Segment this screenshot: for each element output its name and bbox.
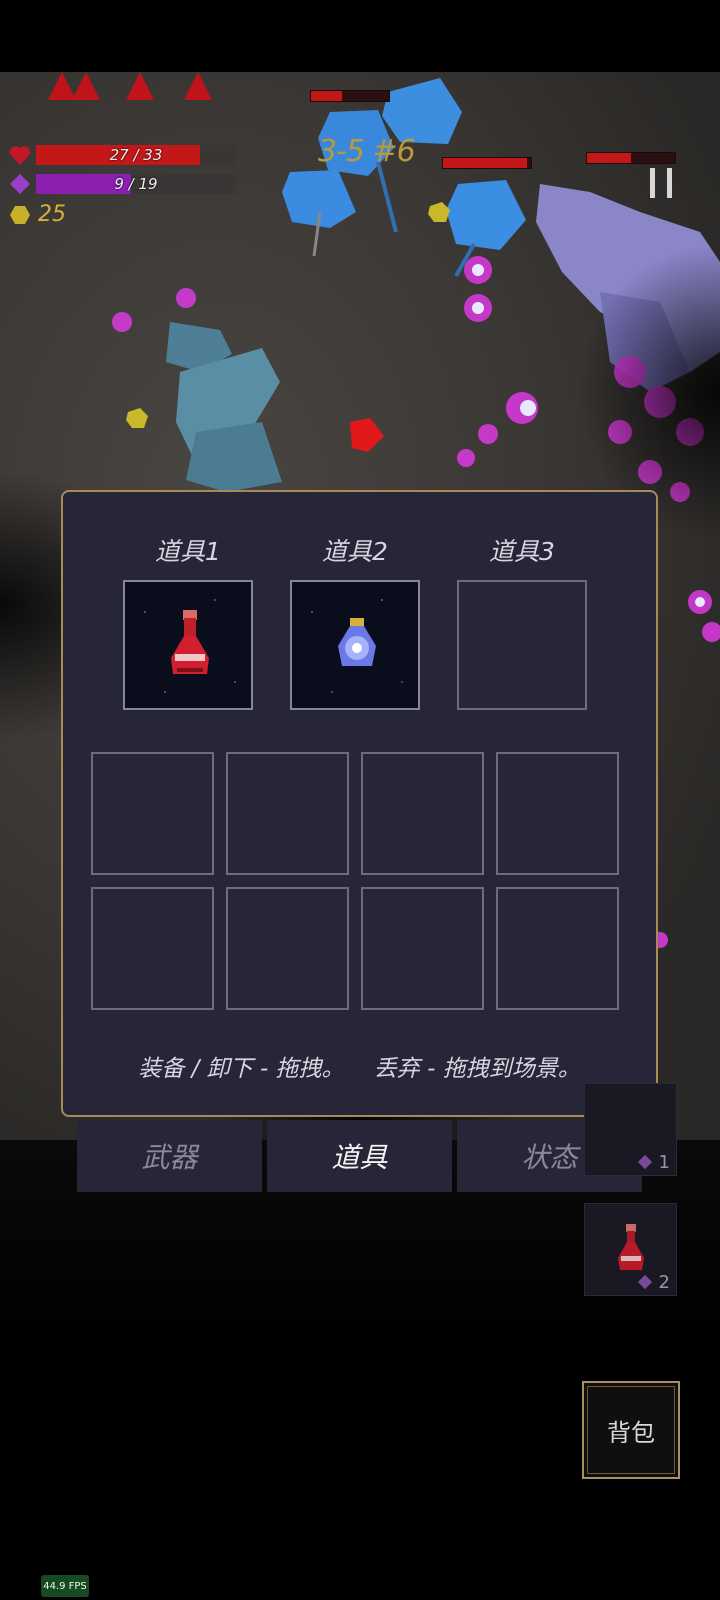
gold-count: 25 <box>38 202 66 227</box>
quick-slot-label: 道具1 <box>155 537 221 566</box>
gold-row: 25 <box>8 202 66 227</box>
golem-enemy <box>166 322 282 492</box>
quickbar-number: 1 <box>658 1152 670 1173</box>
quick-slot-1[interactable] <box>123 580 253 710</box>
spike-hazard <box>72 72 100 100</box>
bag-slot[interactable] <box>226 752 349 875</box>
mp-row: 9 / 19 <box>8 172 236 196</box>
enemy-health-bar <box>586 152 676 164</box>
blue-potion-icon <box>338 618 376 666</box>
purple-golem-enemy <box>536 184 720 392</box>
enemy-health-fill <box>587 153 631 163</box>
bag-slot[interactable] <box>91 752 214 875</box>
mana-gem-icon <box>637 1154 653 1170</box>
pause-icon-bar <box>667 168 672 198</box>
hp-bar: 27 / 33 <box>36 145 236 165</box>
quick-slot-3[interactable] <box>457 580 587 710</box>
heart-icon <box>8 143 32 167</box>
inventory-hint: 装备 / 卸下 - 拖拽。 丢弃 - 拖拽到场景。 <box>138 1056 581 1082</box>
pause-button[interactable] <box>650 168 672 198</box>
gold-coin <box>126 408 148 428</box>
pause-icon-bar <box>650 168 655 198</box>
fps-counter: 44.9 FPS <box>41 1575 89 1597</box>
gold-coin <box>428 202 450 222</box>
bag-slot[interactable] <box>91 887 214 1010</box>
stage-label: 3-5 #6 <box>318 134 416 169</box>
quickbar-number: 2 <box>658 1272 670 1293</box>
purple-diamond-icon <box>8 172 32 196</box>
gold-hexagon-icon <box>8 203 32 227</box>
hp-text: 27 / 33 <box>109 146 163 164</box>
spike-hazard <box>126 72 154 100</box>
inventory-panel: 道具1 道具2 道具3 装备 / 卸下 - 拖拽。 丢弃 - 拖拽到场景。 <box>61 490 658 1117</box>
mp-text: 9 / 19 <box>114 175 158 193</box>
enemy-health-bar <box>442 157 532 169</box>
quick-slot-label: 道具3 <box>489 537 555 566</box>
quick-slot-2[interactable] <box>290 580 420 710</box>
tab-weapons[interactable]: 武器 <box>77 1120 262 1192</box>
bag-slot[interactable] <box>361 887 484 1010</box>
mp-bar: 9 / 19 <box>36 174 236 194</box>
bag-slot[interactable] <box>496 752 619 875</box>
quick-slot-label: 道具2 <box>322 537 388 566</box>
tab-items[interactable]: 道具 <box>267 1120 452 1192</box>
quickbar-slot-2[interactable]: 2 <box>584 1203 677 1296</box>
enemy-health-fill <box>443 158 527 168</box>
red-gem <box>350 418 384 452</box>
bag-slot[interactable] <box>361 752 484 875</box>
quickbar-slot-1[interactable]: 1 <box>584 1083 677 1176</box>
crystal-enemy <box>282 78 526 277</box>
backpack-button[interactable]: 背包 <box>582 1381 680 1479</box>
red-potion-icon <box>171 610 209 674</box>
hp-row: 27 / 33 <box>8 143 236 167</box>
bag-slot[interactable] <box>226 887 349 1010</box>
bag-slot[interactable] <box>496 887 619 1010</box>
spike-hazard <box>184 72 212 100</box>
enemy-health-bar <box>310 90 390 102</box>
enemy-health-fill <box>311 91 343 101</box>
